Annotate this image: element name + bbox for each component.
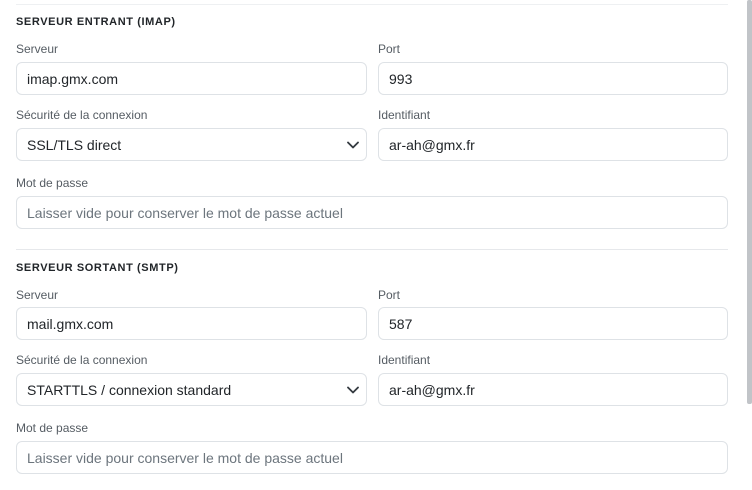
smtp-password-placeholder: Laisser vide pour conserver le mot de pa… [27, 449, 343, 466]
imap-port-label: Port [378, 42, 401, 56]
smtp-identifier-value: ar-ah@gmx.fr [389, 381, 475, 398]
imap-server-input[interactable]: imap.gmx.com [16, 62, 367, 95]
imap-server-value: imap.gmx.com [27, 70, 119, 87]
smtp-security-select[interactable]: STARTTLS / connexion standard [16, 373, 367, 406]
smtp-identifier-input[interactable]: ar-ah@gmx.fr [378, 373, 728, 406]
imap-identifier-label: Identifiant [378, 108, 431, 122]
smtp-security-label: Sécurité de la connexion [16, 353, 148, 367]
imap-port-value: 993 [389, 70, 413, 87]
chevron-down-icon [346, 383, 360, 397]
smtp-password-input[interactable]: Laisser vide pour conserver le mot de pa… [16, 441, 728, 474]
smtp-section-title: SERVEUR SORTANT (SMTP) [16, 262, 179, 274]
imap-server-label: Serveur [16, 42, 59, 56]
imap-security-value: SSL/TLS direct [27, 136, 122, 153]
chevron-down-icon [346, 138, 360, 152]
imap-security-select[interactable]: SSL/TLS direct [16, 128, 367, 161]
section-divider [16, 249, 728, 250]
top-divider [16, 4, 728, 5]
smtp-security-value: STARTTLS / connexion standard [27, 381, 232, 398]
imap-section-title: SERVEUR ENTRANT (IMAP) [16, 16, 176, 28]
imap-identifier-value: ar-ah@gmx.fr [389, 136, 475, 153]
imap-port-input[interactable]: 993 [378, 62, 728, 95]
vertical-scrollbar[interactable] [747, 0, 752, 404]
smtp-password-label: Mot de passe [16, 421, 89, 435]
smtp-server-input[interactable]: mail.gmx.com [16, 307, 367, 340]
imap-password-input[interactable]: Laisser vide pour conserver le mot de pa… [16, 196, 728, 229]
smtp-port-label: Port [378, 288, 401, 302]
smtp-identifier-label: Identifiant [378, 353, 431, 367]
smtp-port-value: 587 [389, 315, 413, 332]
imap-password-label: Mot de passe [16, 176, 89, 190]
smtp-server-value: mail.gmx.com [27, 315, 114, 332]
imap-security-label: Sécurité de la connexion [16, 108, 148, 122]
smtp-server-label: Serveur [16, 288, 59, 302]
imap-identifier-input[interactable]: ar-ah@gmx.fr [378, 128, 728, 161]
smtp-port-input[interactable]: 587 [378, 307, 728, 340]
imap-password-placeholder: Laisser vide pour conserver le mot de pa… [27, 204, 343, 221]
